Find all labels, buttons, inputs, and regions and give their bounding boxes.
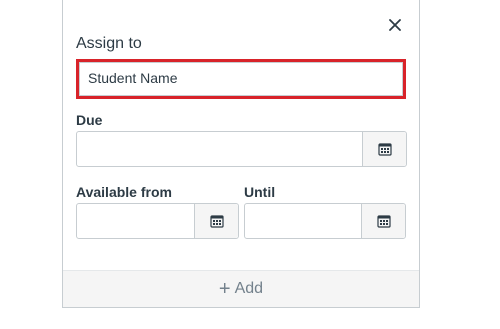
calendar-icon — [377, 143, 392, 156]
close-button[interactable] — [383, 13, 407, 37]
available-from-calendar-button[interactable] — [194, 204, 238, 238]
available-from-input[interactable] — [77, 204, 195, 238]
until-calendar-button[interactable] — [361, 204, 405, 238]
assign-to-input[interactable]: Student Name — [76, 59, 406, 99]
until-input[interactable] — [245, 204, 362, 238]
assign-to-value: Student Name — [79, 62, 403, 96]
due-label: Due — [76, 112, 103, 128]
add-button-label: Add — [234, 280, 264, 297]
calendar-icon — [376, 215, 391, 228]
due-date-field[interactable] — [76, 131, 407, 167]
until-label: Until — [244, 184, 276, 200]
add-button[interactable]: + Add — [63, 270, 419, 307]
assign-to-label: Assign to — [76, 35, 142, 52]
available-from-field[interactable] — [76, 203, 239, 239]
close-icon — [389, 19, 401, 31]
available-from-label: Available from — [76, 184, 172, 200]
calendar-icon — [209, 215, 224, 228]
plus-icon: + — [218, 278, 231, 300]
until-field[interactable] — [244, 203, 406, 239]
due-date-input[interactable] — [77, 132, 363, 166]
due-calendar-button[interactable] — [362, 132, 406, 166]
assign-card: Assign to Student Name Due Available fro… — [62, 0, 420, 308]
